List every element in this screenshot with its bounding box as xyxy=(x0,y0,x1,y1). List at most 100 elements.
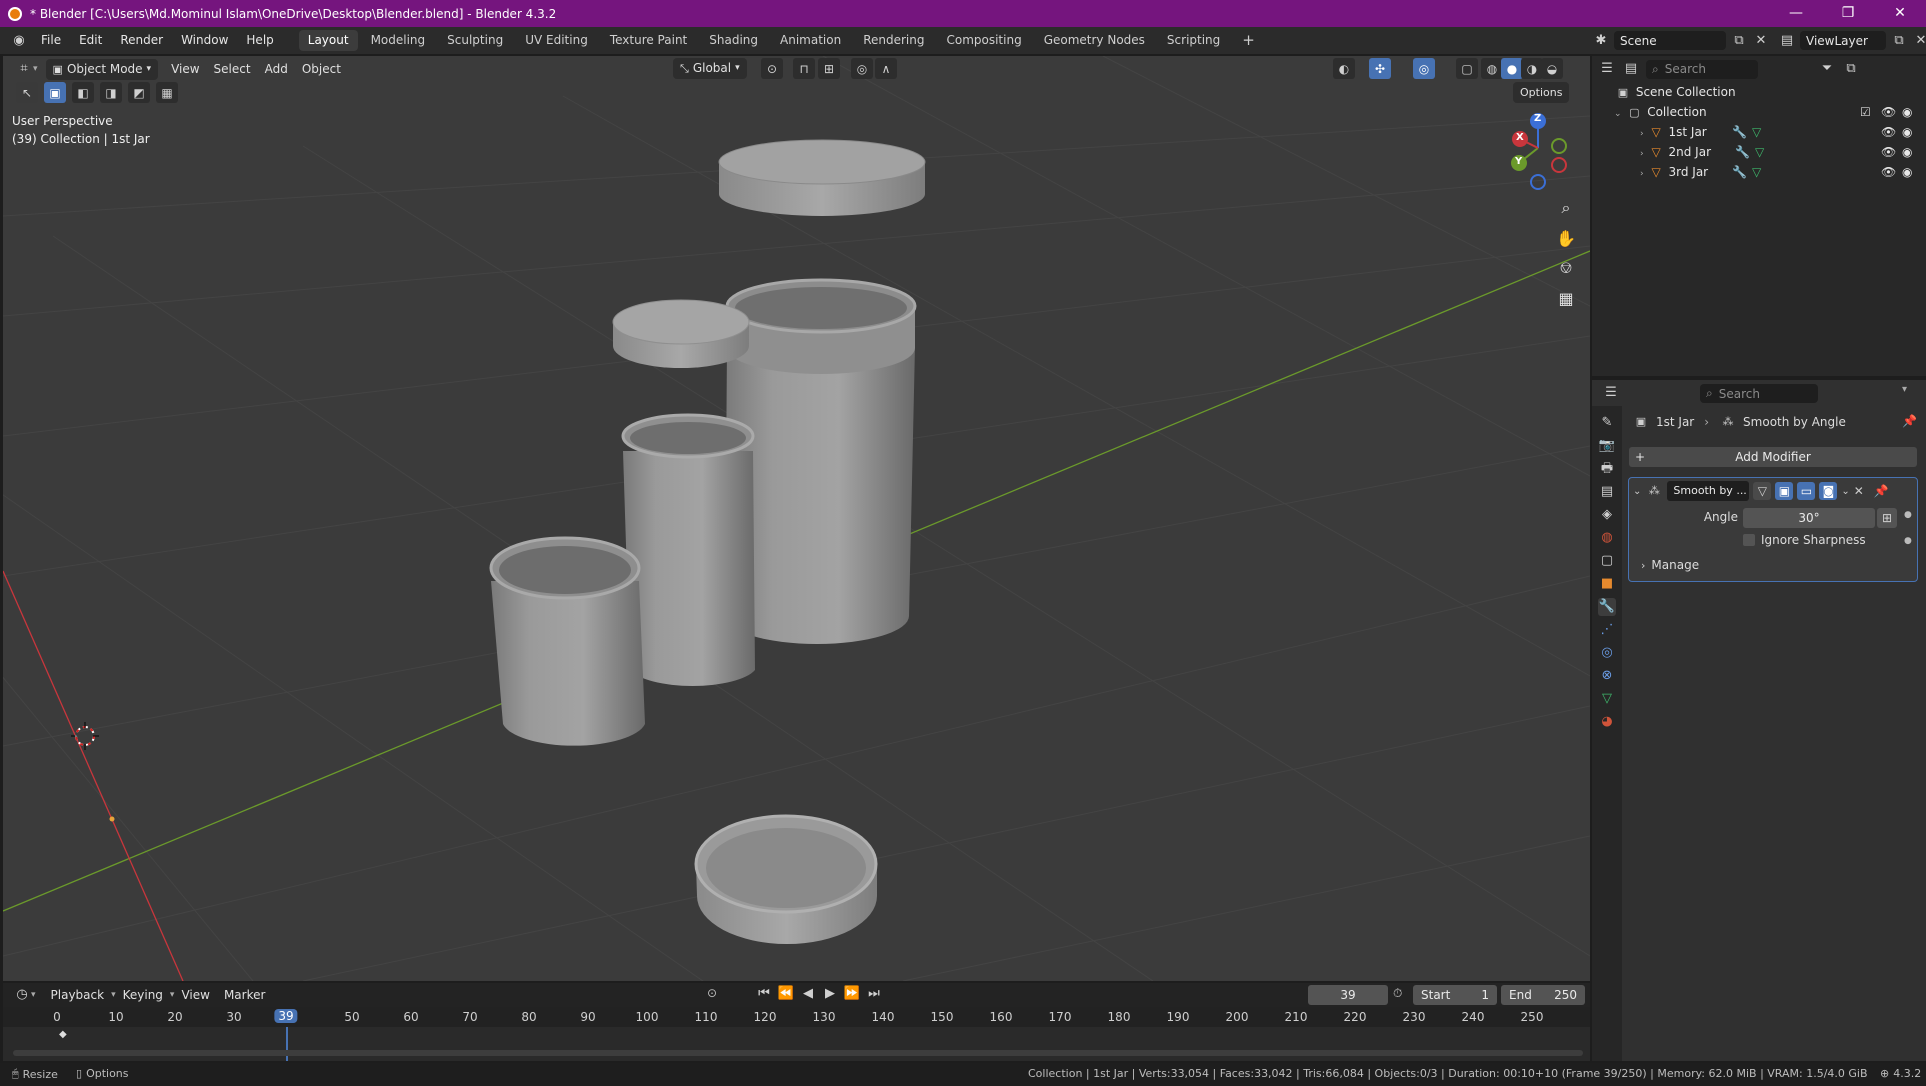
pin-icon[interactable]: 📌 xyxy=(1902,414,1917,428)
expand-object-icon[interactable]: › xyxy=(1640,129,1644,139)
add-workspace-button[interactable]: + xyxy=(1233,30,1264,51)
new-view-layer-icon[interactable]: ⧉ xyxy=(1890,32,1908,50)
modifier-name-field[interactable]: Smooth by ... xyxy=(1667,481,1750,501)
ortho-toggle-icon[interactable]: ▦ xyxy=(1553,285,1579,311)
rendered-shading-icon[interactable]: ◒ xyxy=(1541,58,1563,79)
solid-shading-icon[interactable]: ● xyxy=(1501,58,1523,79)
viewport-menu-add[interactable]: Add xyxy=(258,59,295,80)
expand-collection-icon[interactable]: ⌄ xyxy=(1614,109,1622,119)
proportional-editing-icon[interactable]: ◎ xyxy=(851,58,873,79)
maximize-button[interactable]: ❐ xyxy=(1822,0,1874,27)
visibility-icon[interactable]: ◐ xyxy=(1333,58,1355,79)
wireframe-shading-icon[interactable]: ◍ xyxy=(1481,58,1503,79)
jar-small[interactable] xyxy=(489,536,645,746)
tab-animation[interactable]: Animation xyxy=(771,30,850,51)
modifier-pin-icon[interactable]: 📌 xyxy=(1874,484,1889,498)
expand-manage-icon[interactable]: › xyxy=(1641,559,1645,572)
delete-scene-icon[interactable]: ✕ xyxy=(1752,32,1770,50)
keyframe-dot-icon[interactable]: ● xyxy=(1904,510,1912,520)
menu-window[interactable]: Window xyxy=(172,27,237,54)
edit-mode-toggle-icon[interactable]: ▽ xyxy=(1753,482,1772,500)
jump-start-icon[interactable]: ⏮ xyxy=(755,985,773,1003)
modifier-tab-icon[interactable]: 🔧 xyxy=(1598,598,1616,616)
current-frame-field[interactable]: 39 xyxy=(1308,985,1388,1005)
jump-end-icon[interactable]: ⏭ xyxy=(865,985,883,1003)
viewport-menu-object[interactable]: Object xyxy=(295,59,348,80)
collection-eye-icon[interactable]: 👁 xyxy=(1881,102,1896,122)
falloff-icon[interactable]: ∧ xyxy=(875,58,897,79)
filter-icon[interactable]: ⏷ xyxy=(1818,60,1836,78)
tab-shading[interactable]: Shading xyxy=(700,30,767,51)
close-window-button[interactable]: ✕ xyxy=(1874,0,1926,27)
object-camera-icon[interactable]: ◉ xyxy=(1902,122,1912,142)
pan-hand-icon[interactable]: ✋ xyxy=(1553,225,1579,251)
collection-camera-icon[interactable]: ◉ xyxy=(1902,102,1912,122)
object-camera-icon[interactable]: ◉ xyxy=(1902,162,1912,182)
tool-tab-icon[interactable]: ✎ xyxy=(1598,414,1616,432)
delete-view-layer-icon[interactable]: ✕ xyxy=(1912,32,1926,50)
scene-icon[interactable]: ✱ xyxy=(1592,32,1610,50)
tab-scripting[interactable]: Scripting xyxy=(1158,30,1229,51)
properties-search-field[interactable]: ⌕ Search xyxy=(1700,384,1818,403)
ignore-sharpness-checkbox[interactable]: Ignore Sharpness xyxy=(1743,533,1866,547)
3d-viewport[interactable]: Z Y X xyxy=(3,56,1590,981)
keyframe-diamond-icon[interactable]: ◆ xyxy=(59,1029,67,1040)
manage-subpanel[interactable]: › Manage xyxy=(1641,558,1699,572)
play-icon[interactable]: ▶ xyxy=(821,985,839,1003)
add-modifier-button[interactable]: + Add Modifier xyxy=(1629,447,1917,467)
tab-uv-editing[interactable]: UV Editing xyxy=(516,30,597,51)
floating-lid-bottom[interactable] xyxy=(694,814,878,944)
new-scene-icon[interactable]: ⧉ xyxy=(1730,32,1748,50)
modifier-wrench-icon[interactable]: 🔧 xyxy=(1732,122,1747,142)
collapse-modifier-icon[interactable]: ⌄ xyxy=(1633,486,1641,497)
frame-ruler[interactable]: 0 10 20 30 39 50 60 70 80 90 100 110 120… xyxy=(3,1007,1590,1027)
floating-lid-top[interactable] xyxy=(718,139,926,216)
select-invert-icon[interactable]: ◩ xyxy=(128,82,150,103)
remove-modifier-icon[interactable]: ✕ xyxy=(1854,484,1864,498)
output-tab-icon[interactable]: 🖶 xyxy=(1598,460,1616,478)
view-layer-field[interactable]: ViewLayer xyxy=(1800,31,1886,50)
timeline-editor-icon[interactable]: ◷ xyxy=(13,986,31,1004)
timeline-menu-marker[interactable]: Marker xyxy=(217,985,272,1006)
editor-type-icon[interactable]: ⌗ xyxy=(15,60,33,78)
xray-icon[interactable]: ▢ xyxy=(1456,58,1478,79)
attribute-toggle-icon[interactable]: ⊞ xyxy=(1877,508,1897,528)
tab-geometry-nodes[interactable]: Geometry Nodes xyxy=(1035,30,1154,51)
transform-orientation-dropdown[interactable]: ⤡ Global ▾ xyxy=(673,58,747,79)
outliner-row-object[interactable]: › ▽ 2nd Jar 🔧 ▽ 👁 ◉ xyxy=(1592,142,1926,162)
tab-compositing[interactable]: Compositing xyxy=(937,30,1030,51)
mesh-data-icon[interactable]: ▽ xyxy=(1752,122,1761,142)
3d-cursor[interactable] xyxy=(71,722,99,750)
select-subtract-icon[interactable]: ◨ xyxy=(100,82,122,103)
menu-render[interactable]: Render xyxy=(111,27,172,54)
properties-options-icon[interactable]: ▾ xyxy=(1902,384,1907,395)
tab-modeling[interactable]: Modeling xyxy=(362,30,435,51)
snap-icon[interactable]: ⊓ xyxy=(793,58,815,79)
select-tool-icon[interactable]: ↖ xyxy=(16,82,38,103)
outliner-search-field[interactable]: ⌕ Search xyxy=(1646,59,1758,79)
properties-editor-icon[interactable]: ☰ xyxy=(1602,384,1620,402)
collection-tab-icon[interactable]: ▢ xyxy=(1598,552,1616,570)
realtime-toggle-icon[interactable]: ▭ xyxy=(1797,482,1816,500)
camera-view-icon[interactable]: ⎊ xyxy=(1553,255,1579,281)
timeline-menu-playback[interactable]: Playback xyxy=(44,985,112,1006)
auto-keying-icon[interactable]: ⊙ xyxy=(707,986,717,1000)
expand-object-icon[interactable]: › xyxy=(1640,149,1644,159)
material-tab-icon[interactable]: ◕ xyxy=(1598,713,1616,731)
viewport-menu-select[interactable]: Select xyxy=(207,59,258,80)
timeline-track[interactable]: 0 10 20 30 39 50 60 70 80 90 100 110 120… xyxy=(3,1007,1590,1061)
outliner-row-scene-collection[interactable]: ▣ Scene Collection xyxy=(1592,82,1926,102)
options-button[interactable]: Options xyxy=(1513,82,1570,103)
render-toggle-icon[interactable]: ◙ xyxy=(1819,482,1838,500)
on-cage-toggle-icon[interactable]: ▣ xyxy=(1775,482,1794,500)
object-tab-icon[interactable]: ■ xyxy=(1598,575,1616,593)
viewport-menu-view[interactable]: View xyxy=(164,59,206,80)
render-tab-icon[interactable]: 📷 xyxy=(1598,437,1616,455)
scene-tab-icon[interactable]: ◈ xyxy=(1598,506,1616,524)
snap-target-icon[interactable]: ⊞ xyxy=(818,58,840,79)
jump-keyframe-forward-icon[interactable]: ⏩ xyxy=(843,985,861,1003)
menu-edit[interactable]: Edit xyxy=(70,27,111,54)
particles-tab-icon[interactable]: ⋰ xyxy=(1598,621,1616,639)
navigation-gizmo[interactable] xyxy=(1511,113,1567,190)
start-frame-field[interactable]: Start 1 xyxy=(1413,985,1497,1005)
